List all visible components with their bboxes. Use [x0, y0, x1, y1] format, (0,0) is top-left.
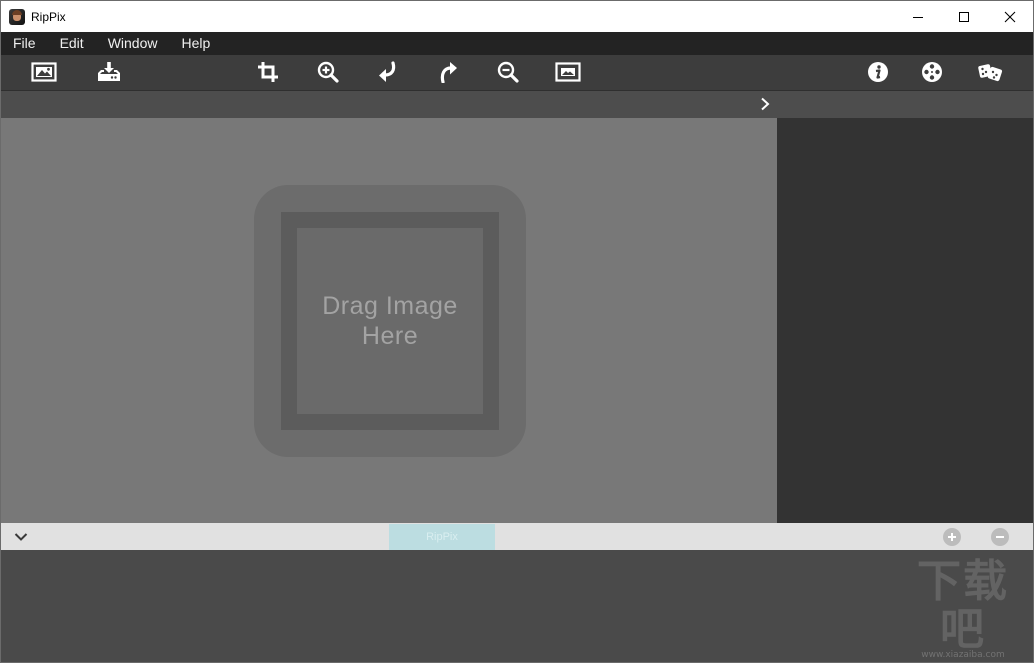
open-image-button[interactable]	[29, 59, 59, 85]
rippix-window: RipPix File Edit Window Help Drag Image …	[0, 0, 1034, 663]
side-panel	[777, 118, 1033, 523]
image-frame-icon	[555, 62, 581, 82]
zoom-out-button[interactable]	[493, 59, 523, 85]
collapse-panel-button[interactable]	[13, 529, 29, 545]
redo-button[interactable]	[433, 59, 463, 85]
image-icon	[31, 62, 57, 82]
redo-arrow-icon	[440, 62, 457, 83]
plus-circle-icon	[948, 533, 956, 541]
expand-panel-button[interactable]	[757, 96, 773, 112]
watermark-url: www.xiazaiba.com	[921, 650, 1005, 660]
watermark: 下载吧 www.xiazaiba.com	[897, 556, 1029, 661]
menu-help[interactable]: Help	[169, 32, 222, 55]
minus-circle-icon	[996, 536, 1004, 538]
add-tab-button[interactable]	[943, 528, 961, 546]
info-button[interactable]	[863, 59, 893, 85]
menu-window[interactable]: Window	[96, 32, 170, 55]
minimize-icon	[913, 16, 923, 18]
crop-icon	[258, 62, 278, 82]
menu-file[interactable]: File	[1, 32, 48, 55]
bottom-tab-bar: RipPix	[1, 523, 1033, 550]
close-icon	[1004, 11, 1016, 22]
close-button[interactable]	[987, 1, 1033, 32]
tab-rippix[interactable]: RipPix	[389, 524, 495, 550]
chevron-right-icon	[761, 97, 770, 111]
tray-download-icon	[98, 62, 120, 81]
secondary-bar	[1, 90, 1033, 118]
title-bar: RipPix	[1, 1, 1033, 32]
maximize-button[interactable]	[941, 1, 987, 32]
fit-image-button[interactable]	[553, 59, 583, 85]
undo-button[interactable]	[373, 59, 403, 85]
zoom-in-icon	[317, 61, 339, 83]
drop-zone-frame: Drag Image Here	[281, 212, 499, 430]
crop-button[interactable]	[253, 59, 283, 85]
zoom-out-icon	[497, 61, 519, 83]
drop-zone[interactable]: Drag Image Here	[254, 185, 526, 457]
toolbar	[1, 55, 1033, 90]
menu-bar: File Edit Window Help	[1, 32, 1033, 55]
info-icon	[868, 62, 888, 82]
undo-arrow-icon	[379, 61, 396, 82]
app-icon	[9, 8, 25, 25]
random-button[interactable]	[975, 59, 1005, 85]
window-controls	[895, 1, 1033, 32]
zoom-in-button[interactable]	[313, 59, 343, 85]
dice-icon	[978, 64, 1003, 82]
drop-zone-inner: Drag Image Here	[297, 228, 483, 414]
minimize-button[interactable]	[895, 1, 941, 32]
film-reel-icon	[922, 62, 942, 82]
image-canvas[interactable]: Drag Image Here	[1, 118, 777, 523]
settings-button[interactable]	[917, 59, 947, 85]
drop-zone-label: Drag Image Here	[322, 292, 458, 350]
window-title: RipPix	[31, 9, 66, 24]
filmstrip-panel: 下载吧 www.xiazaiba.com	[1, 550, 1033, 662]
maximize-icon	[959, 11, 969, 22]
save-button[interactable]	[94, 59, 124, 85]
remove-tab-button[interactable]	[991, 528, 1009, 546]
watermark-logo: 下载吧	[917, 556, 1009, 655]
chevron-down-icon	[14, 533, 28, 541]
menu-edit[interactable]: Edit	[48, 32, 96, 55]
